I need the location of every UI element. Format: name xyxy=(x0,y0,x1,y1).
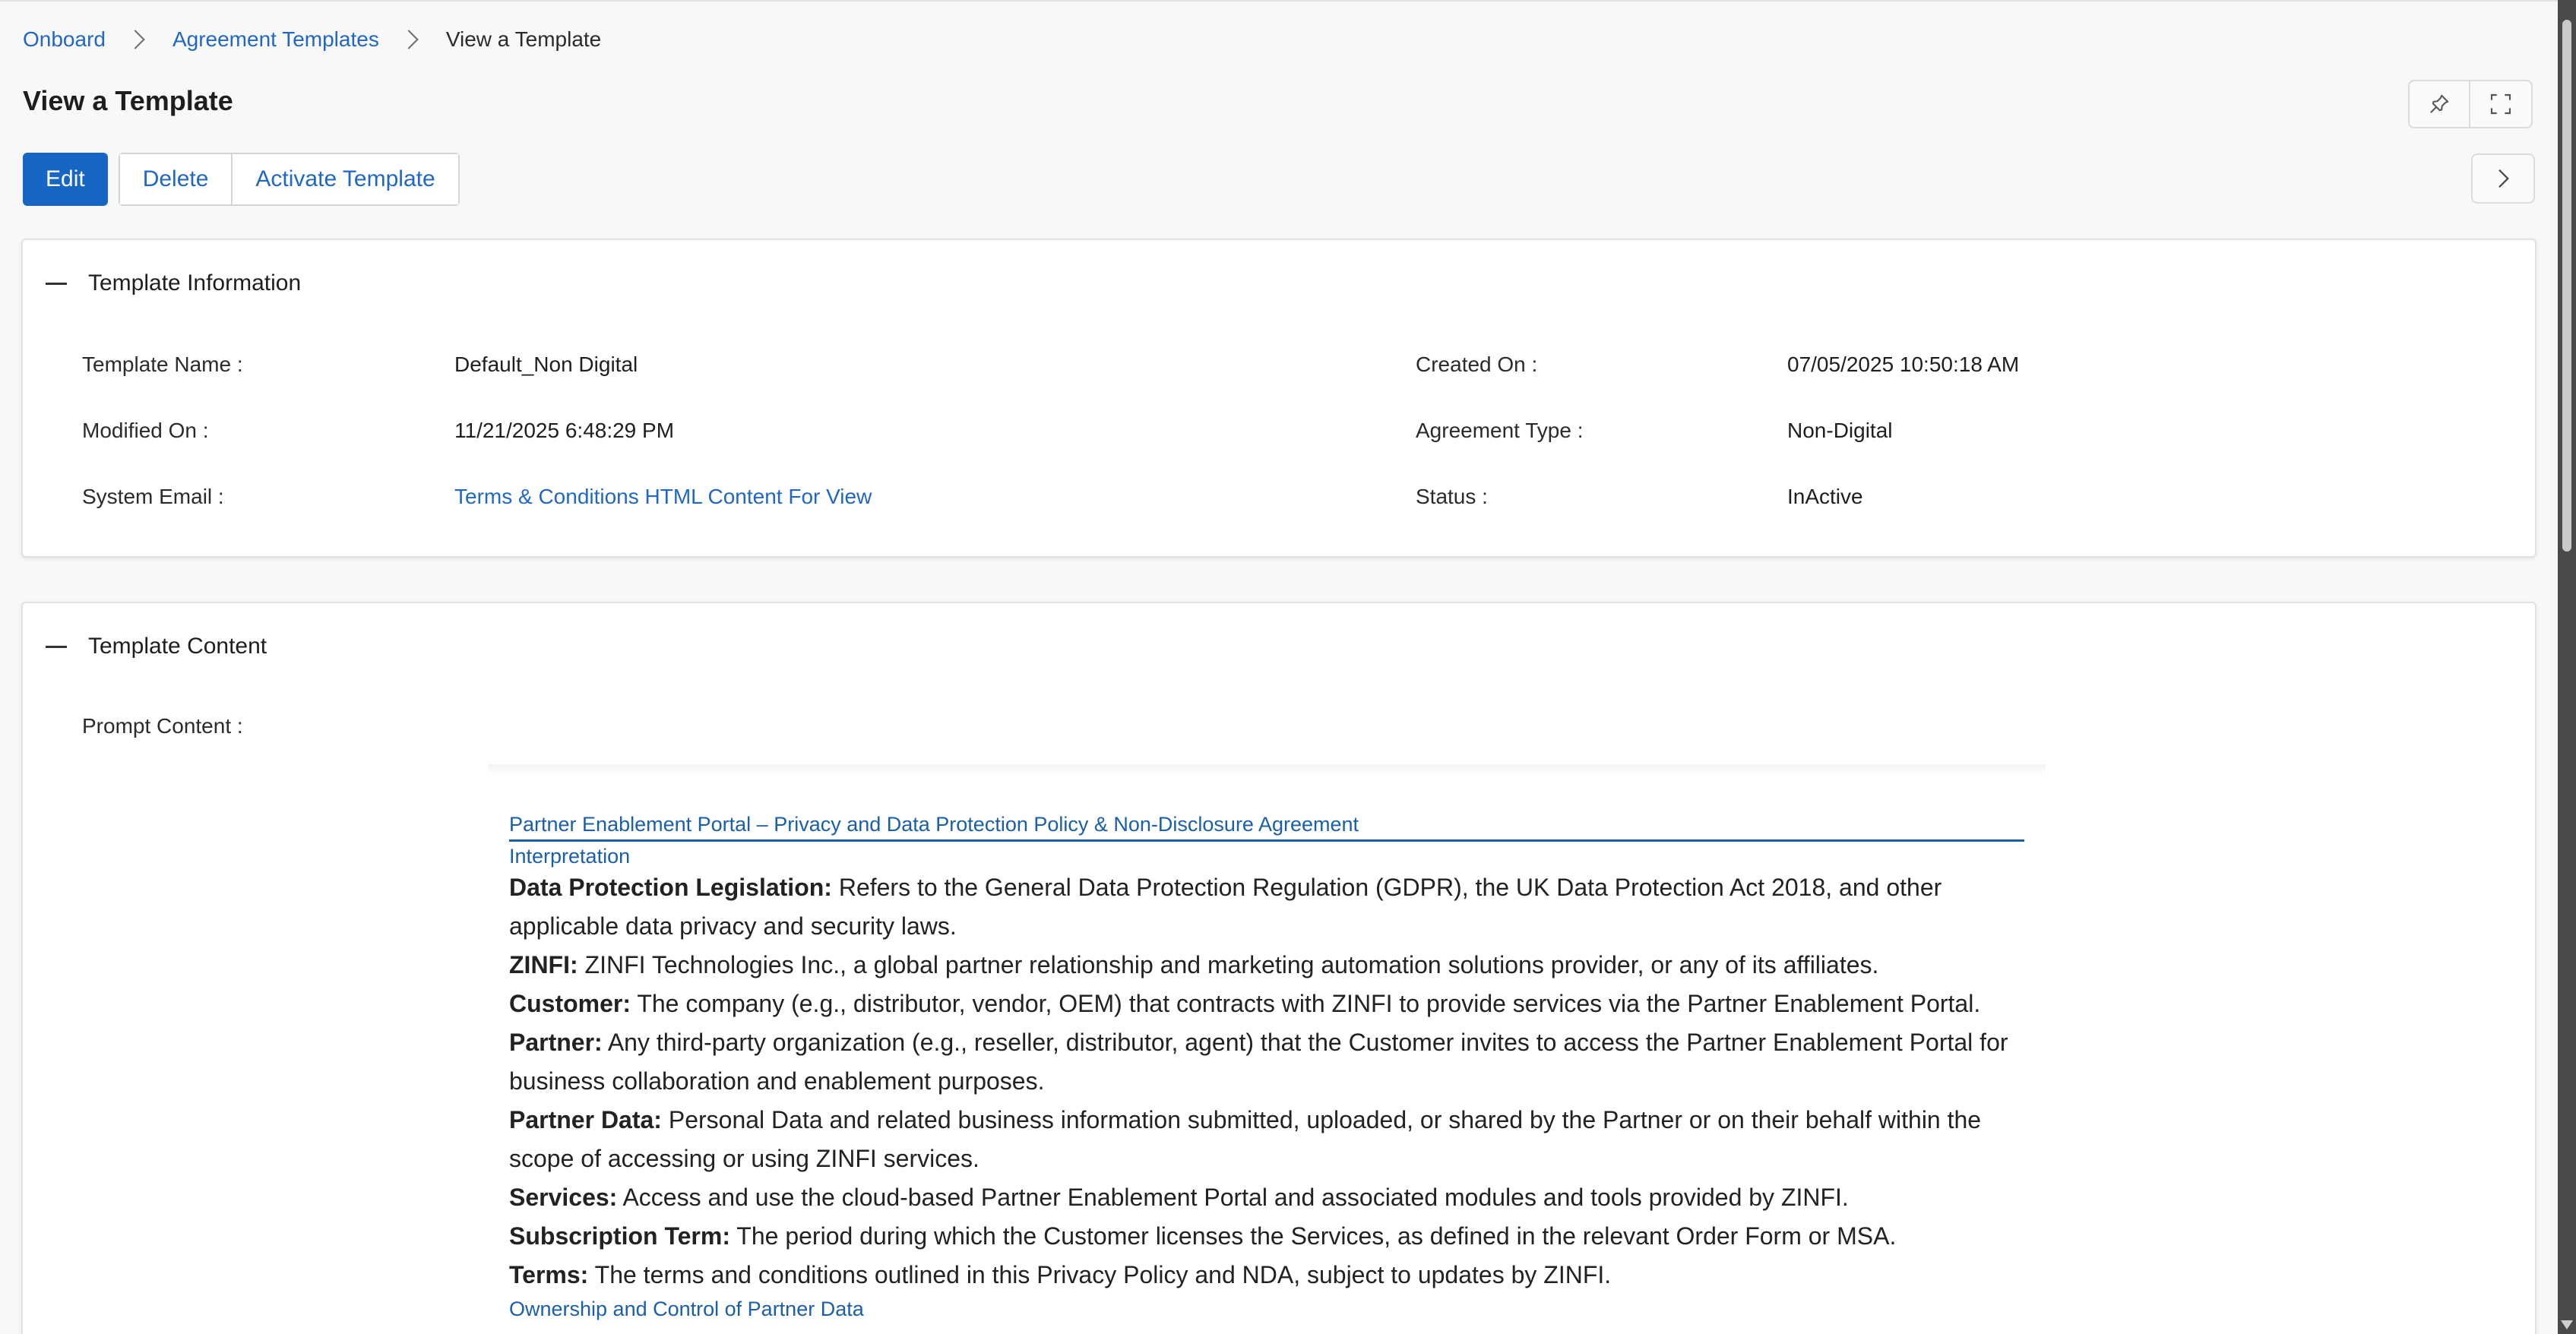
definition-text: Access and use the cloud-based Partner E… xyxy=(617,1184,1849,1211)
system-email-link[interactable]: Terms & Conditions HTML Content For View xyxy=(454,485,872,509)
definition-text: The terms and conditions outlined in thi… xyxy=(588,1261,1612,1288)
chevron-right-icon xyxy=(125,30,145,49)
template-content-panel: Template Content Prompt Content : Partne… xyxy=(21,602,2536,1334)
fullscreen-icon xyxy=(2490,93,2511,115)
definition-item: Terms: The terms and conditions outlined… xyxy=(509,1256,2024,1294)
breadcrumb-current: View a Template xyxy=(445,27,602,51)
document-body: Partner Enablement Portal – Privacy and … xyxy=(488,775,2046,1321)
minus-icon[interactable] xyxy=(46,645,67,648)
created-on-value: 07/05/2025 10:50:18 AM xyxy=(1787,352,2020,376)
page-title: View a Template xyxy=(23,85,233,116)
interpretation-heading: Interpretation xyxy=(509,845,631,868)
breadcrumb-onboard[interactable]: Onboard xyxy=(23,27,106,52)
definition-item: Customer: The company (e.g., distributor… xyxy=(509,985,2024,1023)
definition-item: Data Protection Legislation: Refers to t… xyxy=(509,868,2024,946)
modified-on-label: Modified On : xyxy=(82,419,209,442)
definition-term: Terms: xyxy=(509,1261,589,1288)
definition-item: ZINFI: ZINFI Technologies Inc., a global… xyxy=(509,946,2024,985)
definition-item: Partner: Any third-party organization (e… xyxy=(509,1023,2024,1101)
definition-text: Personal Data and related business infor… xyxy=(509,1106,1982,1172)
panel-title: Template Information xyxy=(88,270,302,296)
document-heading: Partner Enablement Portal – Privacy and … xyxy=(509,813,2024,842)
minus-icon[interactable] xyxy=(46,282,67,285)
template-name-label: Template Name : xyxy=(82,352,243,376)
definition-term: Services: xyxy=(509,1184,618,1211)
chevron-right-icon xyxy=(399,30,419,49)
agreement-type-label: Agreement Type : xyxy=(1416,419,1584,442)
definition-text: The period during which the Customer lic… xyxy=(729,1222,1897,1250)
definition-item: Subscription Term: The period during whi… xyxy=(509,1217,2024,1256)
vertical-scrollbar[interactable] xyxy=(2558,0,2576,1334)
definition-text: The company (e.g., distributor, vendor, … xyxy=(631,990,1981,1017)
definition-text: ZINFI Technologies Inc., a global partne… xyxy=(578,951,1879,978)
definition-term: ZINFI: xyxy=(509,951,578,978)
definition-text: Any third-party organization (e.g., rese… xyxy=(509,1029,2008,1095)
prompt-content-document: Partner Enablement Portal – Privacy and … xyxy=(488,764,2046,1321)
definition-item: Services: Access and use the cloud-based… xyxy=(509,1178,2024,1217)
agreement-type-value: Non-Digital xyxy=(1787,419,1893,442)
document-top-bar xyxy=(488,764,2046,775)
panel-title: Template Content xyxy=(88,634,267,659)
definition-term: Partner: xyxy=(509,1029,603,1056)
breadcrumb: Onboard Agreement Templates View a Templ… xyxy=(23,27,601,52)
scroll-down-arrow-icon[interactable] xyxy=(2561,1320,2573,1329)
page: Onboard Agreement Templates View a Templ… xyxy=(0,0,2558,1334)
modified-on-value: 11/21/2025 6:48:29 PM xyxy=(454,419,675,442)
template-name-value: Default_Non Digital xyxy=(454,352,638,376)
definition-term: Data Protection Legislation: xyxy=(509,874,832,901)
scrollbar-thumb[interactable] xyxy=(2562,20,2571,552)
pin-button[interactable] xyxy=(2408,80,2470,128)
fullscreen-button[interactable] xyxy=(2470,80,2533,128)
definition-term: Customer: xyxy=(509,990,631,1017)
status-value: InActive xyxy=(1787,485,1863,508)
template-information-header[interactable]: Template Information xyxy=(46,270,301,296)
definition-term: Subscription Term: xyxy=(509,1222,730,1250)
next-button[interactable] xyxy=(2471,153,2535,204)
action-bar: Edit Delete Activate Template xyxy=(23,153,460,206)
edit-button[interactable]: Edit xyxy=(23,153,108,206)
system-email-label: System Email : xyxy=(82,485,224,508)
breadcrumb-agreement-templates[interactable]: Agreement Templates xyxy=(172,27,379,52)
template-content-header[interactable]: Template Content xyxy=(46,634,267,659)
created-on-label: Created On : xyxy=(1416,352,1538,376)
chevron-right-icon xyxy=(2498,169,2509,188)
delete-button[interactable]: Delete xyxy=(119,154,232,204)
activate-template-button[interactable]: Activate Template xyxy=(231,154,458,204)
status-label: Status : xyxy=(1416,485,1488,508)
definition-item: Partner Data: Personal Data and related … xyxy=(509,1101,2024,1178)
template-information-panel: Template Information Template Name : Def… xyxy=(21,239,2536,558)
ownership-heading: Ownership and Control of Partner Data xyxy=(509,1298,864,1320)
pin-icon xyxy=(2430,94,2449,113)
definition-term: Partner Data: xyxy=(509,1106,662,1133)
action-button-group: Delete Activate Template xyxy=(118,153,460,206)
prompt-content-label: Prompt Content : xyxy=(82,714,243,738)
